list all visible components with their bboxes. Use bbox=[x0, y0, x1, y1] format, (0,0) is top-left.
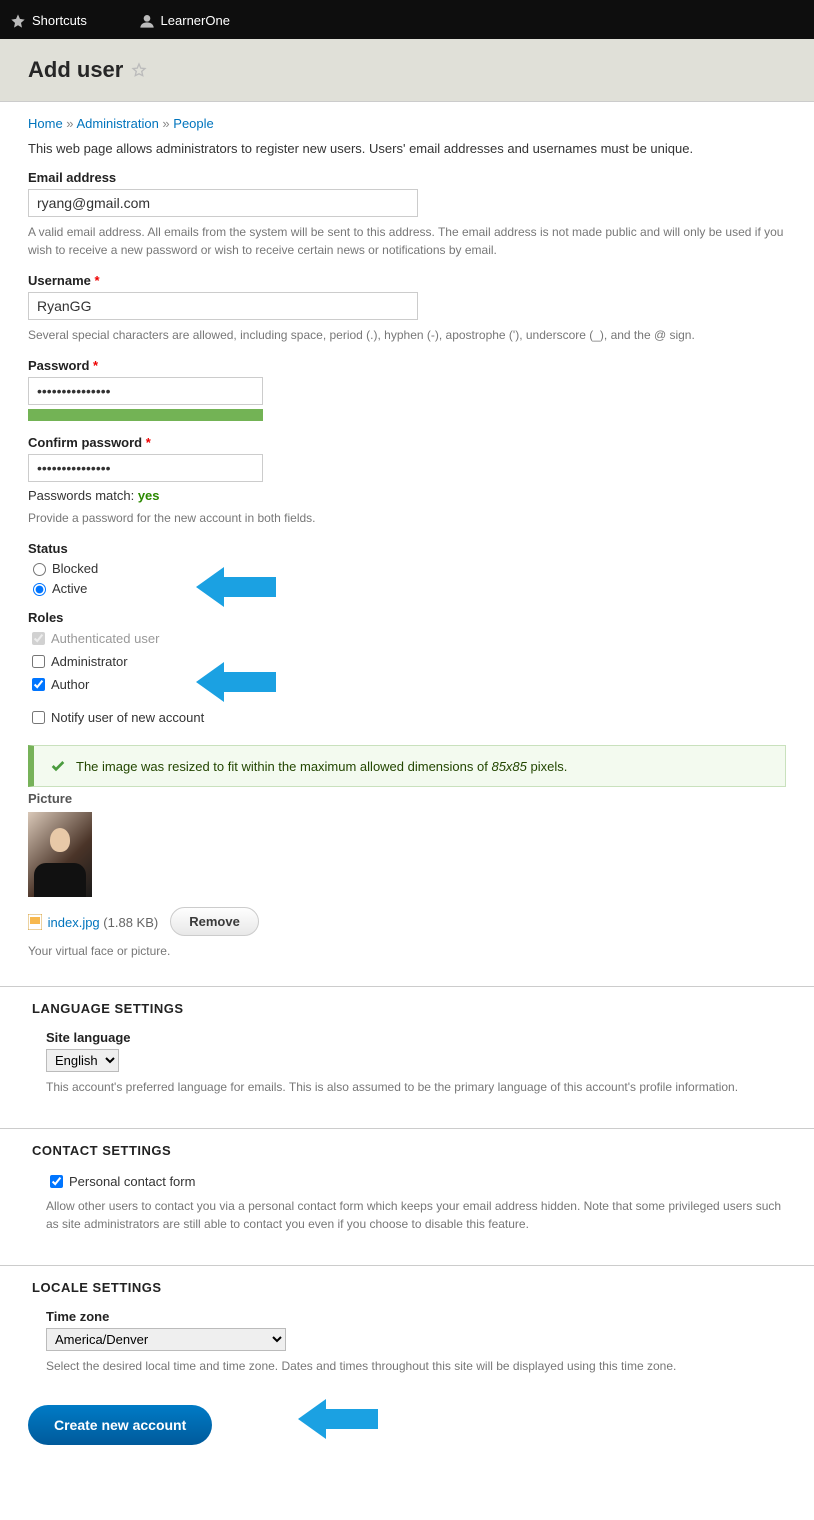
status-blocked-radio[interactable] bbox=[33, 563, 46, 576]
star-icon bbox=[10, 13, 26, 29]
site-language-select[interactable]: English bbox=[46, 1049, 119, 1072]
personal-contact-label: Personal contact form bbox=[69, 1174, 195, 1189]
page-title-text: Add user bbox=[28, 57, 123, 83]
picture-help: Your virtual face or picture. bbox=[28, 942, 786, 960]
timezone-select[interactable]: America/Denver bbox=[46, 1328, 286, 1351]
username-help: Several special characters are allowed, … bbox=[28, 326, 786, 344]
roles-legend: Roles bbox=[28, 610, 786, 625]
annotation-arrow-status bbox=[196, 567, 276, 607]
annotation-arrow-roles bbox=[196, 662, 276, 702]
confirm-password-field[interactable] bbox=[28, 454, 263, 482]
page-title: Add user bbox=[28, 57, 794, 83]
language-settings-legend: LANGUAGE SETTINGS bbox=[32, 1001, 786, 1016]
site-language-help: This account's preferred language for em… bbox=[46, 1078, 786, 1096]
user-icon bbox=[139, 13, 155, 29]
admin-toolbar: Shortcuts LearnerOne bbox=[0, 0, 814, 39]
shortcuts-link[interactable]: Shortcuts bbox=[10, 1, 111, 40]
breadcrumb-admin[interactable]: Administration bbox=[76, 116, 158, 131]
remove-picture-button[interactable]: Remove bbox=[170, 907, 259, 936]
picture-filesize: (1.88 KB) bbox=[103, 915, 158, 930]
role-authenticated-label: Authenticated user bbox=[51, 631, 159, 646]
intro-text: This web page allows administrators to r… bbox=[28, 141, 786, 156]
email-help: A valid email address. All emails from t… bbox=[28, 223, 786, 259]
status-active-radio[interactable] bbox=[33, 583, 46, 596]
create-account-button[interactable]: Create new account bbox=[28, 1405, 212, 1445]
personal-contact-checkbox[interactable] bbox=[50, 1175, 63, 1188]
notify-checkbox[interactable] bbox=[32, 711, 45, 724]
role-administrator-checkbox[interactable] bbox=[32, 655, 45, 668]
role-administrator-label: Administrator bbox=[51, 654, 128, 669]
checkmark-icon bbox=[50, 758, 66, 774]
confirm-password-label: Confirm password * bbox=[28, 435, 786, 450]
status-blocked-label: Blocked bbox=[52, 561, 98, 576]
locale-settings-legend: LOCALE SETTINGS bbox=[32, 1280, 786, 1295]
username-field[interactable] bbox=[28, 292, 418, 320]
picture-filename-link[interactable]: index.jpg bbox=[48, 915, 100, 930]
notify-label: Notify user of new account bbox=[51, 710, 204, 725]
picture-label: Picture bbox=[28, 791, 786, 806]
contact-settings-legend: CONTACT SETTINGS bbox=[32, 1143, 786, 1158]
image-resize-message: The image was resized to fit within the … bbox=[28, 745, 786, 787]
email-field[interactable] bbox=[28, 189, 418, 217]
password-match: Passwords match: yes bbox=[28, 488, 786, 503]
star-outline-icon[interactable] bbox=[131, 62, 147, 78]
breadcrumb-people[interactable]: People bbox=[173, 116, 213, 131]
file-icon bbox=[28, 914, 42, 930]
timezone-label: Time zone bbox=[46, 1309, 786, 1324]
email-label: Email address bbox=[28, 170, 786, 185]
user-label: LearnerOne bbox=[161, 1, 230, 40]
confirm-help: Provide a password for the new account i… bbox=[28, 509, 786, 527]
password-field[interactable] bbox=[28, 377, 263, 405]
annotation-arrow-submit bbox=[298, 1399, 378, 1439]
contact-help: Allow other users to contact you via a p… bbox=[46, 1197, 786, 1233]
breadcrumb: Home » Administration » People bbox=[28, 116, 786, 131]
status-active-label: Active bbox=[52, 581, 87, 596]
role-author-checkbox[interactable] bbox=[32, 678, 45, 691]
username-label: Username * bbox=[28, 273, 786, 288]
picture-thumbnail bbox=[28, 812, 92, 897]
password-label: Password * bbox=[28, 358, 786, 373]
password-strength-bar bbox=[28, 409, 263, 421]
status-legend: Status bbox=[28, 541, 786, 556]
shortcuts-label: Shortcuts bbox=[32, 1, 87, 40]
page-header: Add user bbox=[0, 39, 814, 102]
site-language-label: Site language bbox=[46, 1030, 786, 1045]
role-authenticated-checkbox bbox=[32, 632, 45, 645]
timezone-help: Select the desired local time and time z… bbox=[46, 1357, 786, 1375]
breadcrumb-home[interactable]: Home bbox=[28, 116, 63, 131]
role-author-label: Author bbox=[51, 677, 89, 692]
user-menu[interactable]: LearnerOne bbox=[139, 1, 254, 40]
